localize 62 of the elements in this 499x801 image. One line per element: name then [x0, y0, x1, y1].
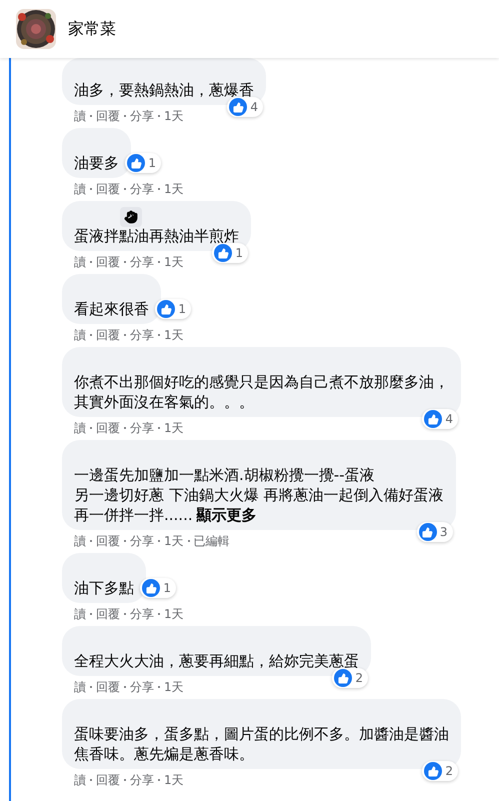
comment-text: 焦香味。蔥先煸是蔥香味。	[74, 744, 255, 764]
action-link[interactable]: 回覆	[96, 326, 120, 344]
timestamp[interactable]: 1天	[164, 108, 184, 124]
timestamp[interactable]: 1天	[164, 606, 184, 622]
timestamp[interactable]: 1天	[164, 254, 184, 270]
comment-text: 油多，要熱鍋熱油，蔥爆香	[74, 80, 254, 100]
comment-text: 你煮不出那個好吃的感覺只是因為自己煮不放那麼多油，	[74, 372, 449, 392]
action-link[interactable]: 讀	[74, 326, 86, 344]
action-link[interactable]: 回覆	[96, 606, 120, 622]
comment-text: 油下多點	[74, 578, 134, 598]
timestamp[interactable]: 1天	[164, 772, 184, 788]
action-link[interactable]: 分享	[130, 532, 154, 550]
action-link[interactable]: 分享	[130, 326, 154, 344]
action-link[interactable]: 回覆	[96, 254, 120, 270]
reaction-badge[interactable]: 2	[422, 761, 458, 781]
action-link[interactable]: 回覆	[96, 678, 120, 696]
reaction-badge[interactable]: 1	[155, 299, 191, 319]
page-title: 家常菜	[68, 18, 116, 40]
reaction-badge[interactable]: 2	[332, 668, 368, 688]
action-link[interactable]: 讀	[74, 180, 86, 198]
comment-text: 蛋液拌點油再熱油半煎炸	[74, 226, 239, 246]
action-link[interactable]: 回覆	[96, 772, 120, 788]
action-link[interactable]: 讀	[74, 678, 86, 696]
action-link[interactable]: 分享	[130, 606, 154, 622]
action-link[interactable]: 讀	[74, 254, 86, 270]
comment-text: 一邊蛋先加鹽加一點米酒.胡椒粉攪一攪--蛋液	[74, 465, 376, 485]
comment-text: 蛋味要油多，蛋多點，圖片蛋的比例不多。加醬油是醬油	[74, 724, 449, 744]
comment-text: 再一併拌一拌...... 顯示更多	[74, 505, 258, 525]
comment-text: 油要多	[74, 153, 119, 173]
action-link[interactable]: 分享	[130, 254, 154, 270]
action-link[interactable]: 讀	[74, 532, 86, 550]
comment-text: 另一邊切好蔥 下油鍋大火爆 再將蔥油一起倒入備好蛋液	[74, 485, 444, 505]
see-more-link[interactable]: 顯示更多	[196, 506, 257, 524]
edited-label: 已編輯	[194, 532, 230, 550]
reaction-badge[interactable]: 3	[416, 522, 453, 542]
action-link[interactable]: 分享	[130, 420, 154, 436]
comment-text: 看起來很香	[74, 299, 149, 319]
action-link[interactable]: 分享	[130, 108, 154, 124]
action-link[interactable]: 讀	[74, 606, 86, 622]
timestamp[interactable]: 1天	[164, 180, 184, 198]
action-link[interactable]: 回覆	[96, 108, 120, 124]
timestamp[interactable]: 1天	[164, 326, 184, 344]
action-link[interactable]: 分享	[130, 772, 154, 788]
comment-text: 其實外面沒在客氣的。。。	[74, 392, 255, 412]
action-link[interactable]: 回覆	[96, 420, 120, 436]
action-link[interactable]: 讀	[74, 772, 86, 788]
action-link[interactable]: 回覆	[96, 532, 120, 550]
timestamp[interactable]: 1天	[164, 678, 184, 696]
reaction-badge[interactable]: 1	[125, 153, 161, 173]
reaction-badge[interactable]: 4	[422, 409, 458, 429]
timestamp[interactable]: 1天	[164, 532, 184, 550]
action-link[interactable]: 回覆	[96, 180, 120, 198]
action-link[interactable]: 分享	[130, 180, 154, 198]
comment-text: 全程大火大油，蔥要再細點，給妳完美蔥蛋	[74, 651, 359, 671]
hand-icon	[120, 207, 142, 227]
timestamp[interactable]: 1天	[164, 420, 184, 436]
action-link[interactable]: 讀	[74, 420, 86, 436]
action-link[interactable]: 讀	[74, 108, 86, 124]
reaction-badge[interactable]: 1	[212, 243, 248, 263]
reaction-badge[interactable]: 1	[140, 578, 176, 598]
reaction-badge[interactable]: 4	[227, 97, 263, 117]
action-link[interactable]: 分享	[130, 678, 154, 696]
